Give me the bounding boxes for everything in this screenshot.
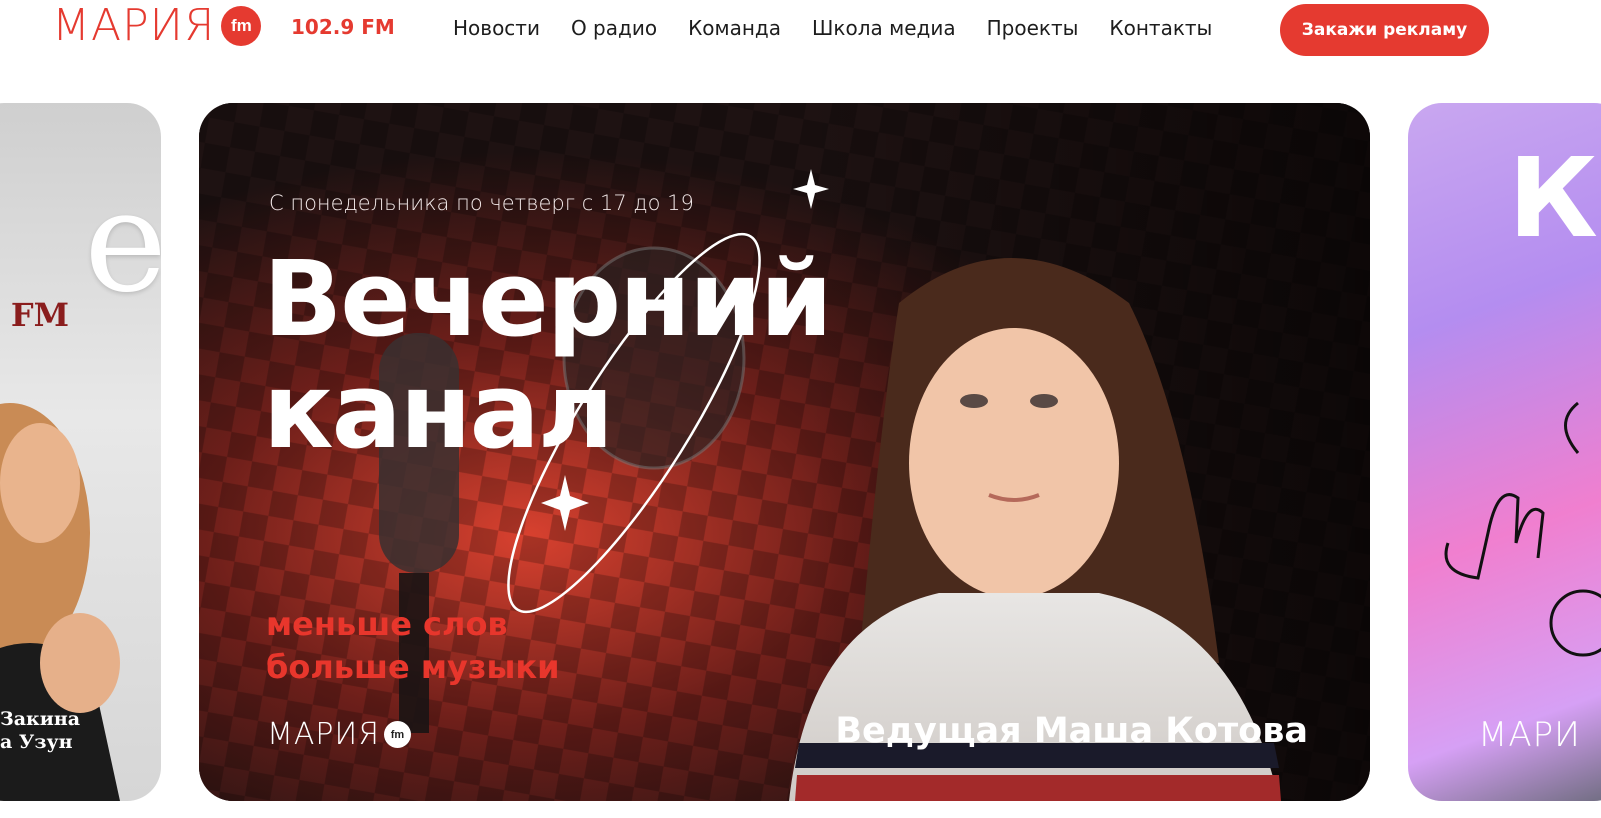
- nav-item-contacts[interactable]: Контакты: [1109, 16, 1212, 40]
- slide-logo: МАРИЯ fm: [267, 717, 411, 752]
- logo-fm-badge: fm: [221, 6, 262, 46]
- slide-prev-caption: Закина а Узун: [0, 708, 80, 754]
- nav-item-team[interactable]: Команда: [688, 16, 781, 40]
- nav-item-projects[interactable]: Проекты: [987, 16, 1079, 40]
- main-nav: Новости О радио Команда Школа медиа Прое…: [453, 16, 1212, 40]
- nav-item-media-school[interactable]: Школа медиа: [812, 16, 956, 40]
- slide-next-logo: МАРИ: [1478, 715, 1581, 755]
- slide-prev-caption-line1: Закина: [0, 708, 81, 730]
- slide-prev-caption-line2: а Узун: [0, 731, 73, 753]
- order-ad-button[interactable]: Закажи рекламу: [1280, 4, 1489, 56]
- carousel-slide-prev[interactable]: e I FM Закина а Узун: [0, 103, 161, 801]
- schedule-text: С понедельника по четверг с 17 до 19: [269, 191, 694, 215]
- nav-item-news[interactable]: Новости: [453, 16, 540, 40]
- logo-wordmark: МАРИЯ: [52, 0, 216, 51]
- slide-logo-fm-badge: fm: [384, 721, 411, 748]
- show-title-line2: канал: [263, 350, 614, 472]
- carousel-slide-next[interactable]: К МАРИ: [1408, 103, 1601, 801]
- slide-prev-fm-text: I FM: [0, 296, 69, 334]
- show-title-line1: Вечерний: [263, 238, 833, 360]
- show-title: Вечерний канал: [263, 238, 833, 472]
- carousel-slide-active[interactable]: С понедельника по четверг с 17 до 19 Веч…: [199, 103, 1370, 801]
- slide-next-doodles: [1444, 401, 1601, 657]
- smiley-icon: [1549, 589, 1601, 657]
- site-header: МАРИЯ fm 102.9 FM Новости О радио Команд…: [0, 0, 1601, 60]
- site-logo[interactable]: МАРИЯ fm: [52, 0, 262, 51]
- show-slogan-line2: больше музыки: [266, 648, 560, 686]
- show-slogan: меньше слов больше музыки: [266, 603, 560, 689]
- frequency-label: 102.9 FM: [291, 15, 395, 39]
- show-slogan-line1: меньше слов: [266, 605, 508, 643]
- host-name: Ведущая Маша Котова: [835, 711, 1308, 751]
- hand-sign-icon: [1444, 493, 1545, 580]
- slide-prev-letter: e: [84, 161, 161, 324]
- slide-logo-wordmark: МАРИЯ: [267, 717, 380, 752]
- nav-item-about[interactable]: О радио: [571, 16, 657, 40]
